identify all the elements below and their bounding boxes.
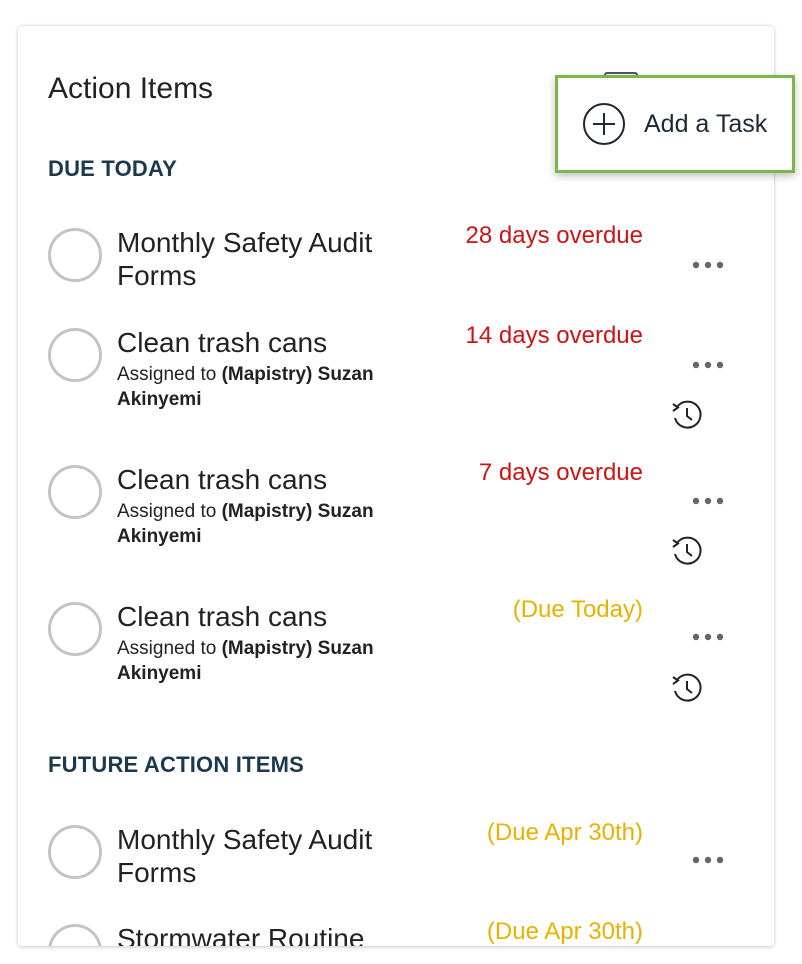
task-complete-checkbox[interactable] — [48, 924, 102, 946]
section-heading-future: FUTURE ACTION ITEMS — [48, 752, 304, 777]
task-complete-checkbox[interactable] — [48, 825, 102, 879]
task-assignment: Assigned to (Mapistry) Suzan Akinyemi — [117, 362, 417, 412]
task-status: 28 days overdue — [465, 222, 643, 249]
task-complete-checkbox[interactable] — [48, 228, 102, 282]
assigned-prefix: Assigned to — [117, 501, 222, 522]
task-assignment: Assigned to (Mapistry) Suzan Akinyemi — [117, 499, 417, 549]
recurring-clock-icon — [672, 673, 702, 702]
task-status: 7 days overdue — [478, 459, 643, 486]
add-task-button[interactable]: Add a Task — [555, 75, 795, 173]
task-status: (Due Today) — [512, 596, 643, 623]
card-title: Action Items — [48, 72, 214, 105]
assigned-prefix: Assigned to — [117, 638, 222, 659]
task-status: 14 days overdue — [465, 322, 643, 349]
task-title[interactable]: Monthly Safety Audit Forms — [117, 226, 417, 292]
task-title[interactable]: Clean trash cans — [117, 600, 417, 633]
task-status: (Due Apr 30th) — [486, 819, 643, 846]
more-options-icon[interactable] — [690, 494, 726, 508]
task-title[interactable]: Stormwater Routine — [117, 922, 417, 946]
task-status: (Due Apr 30th) — [486, 918, 643, 945]
more-options-icon[interactable] — [690, 630, 726, 644]
add-task-label: Add a Task — [644, 109, 768, 138]
task-assignment: Assigned to (Mapistry) Suzan Akinyemi — [117, 636, 417, 686]
section-heading-due-today: DUE TODAY — [48, 156, 177, 181]
task-title[interactable]: Monthly Safety Audit Forms — [117, 823, 417, 889]
task-title[interactable]: Clean trash cans — [117, 326, 417, 359]
recurring-clock-icon — [672, 536, 702, 565]
plus-circle-icon — [583, 103, 625, 145]
task-complete-checkbox[interactable] — [48, 328, 102, 382]
task-complete-checkbox[interactable] — [48, 465, 102, 519]
more-options-icon[interactable] — [690, 258, 726, 272]
more-options-icon[interactable] — [690, 853, 726, 867]
task-title[interactable]: Clean trash cans — [117, 463, 417, 496]
assigned-prefix: Assigned to — [117, 364, 222, 385]
more-options-icon[interactable] — [690, 358, 726, 372]
task-complete-checkbox[interactable] — [48, 602, 102, 656]
recurring-clock-icon — [672, 400, 702, 429]
